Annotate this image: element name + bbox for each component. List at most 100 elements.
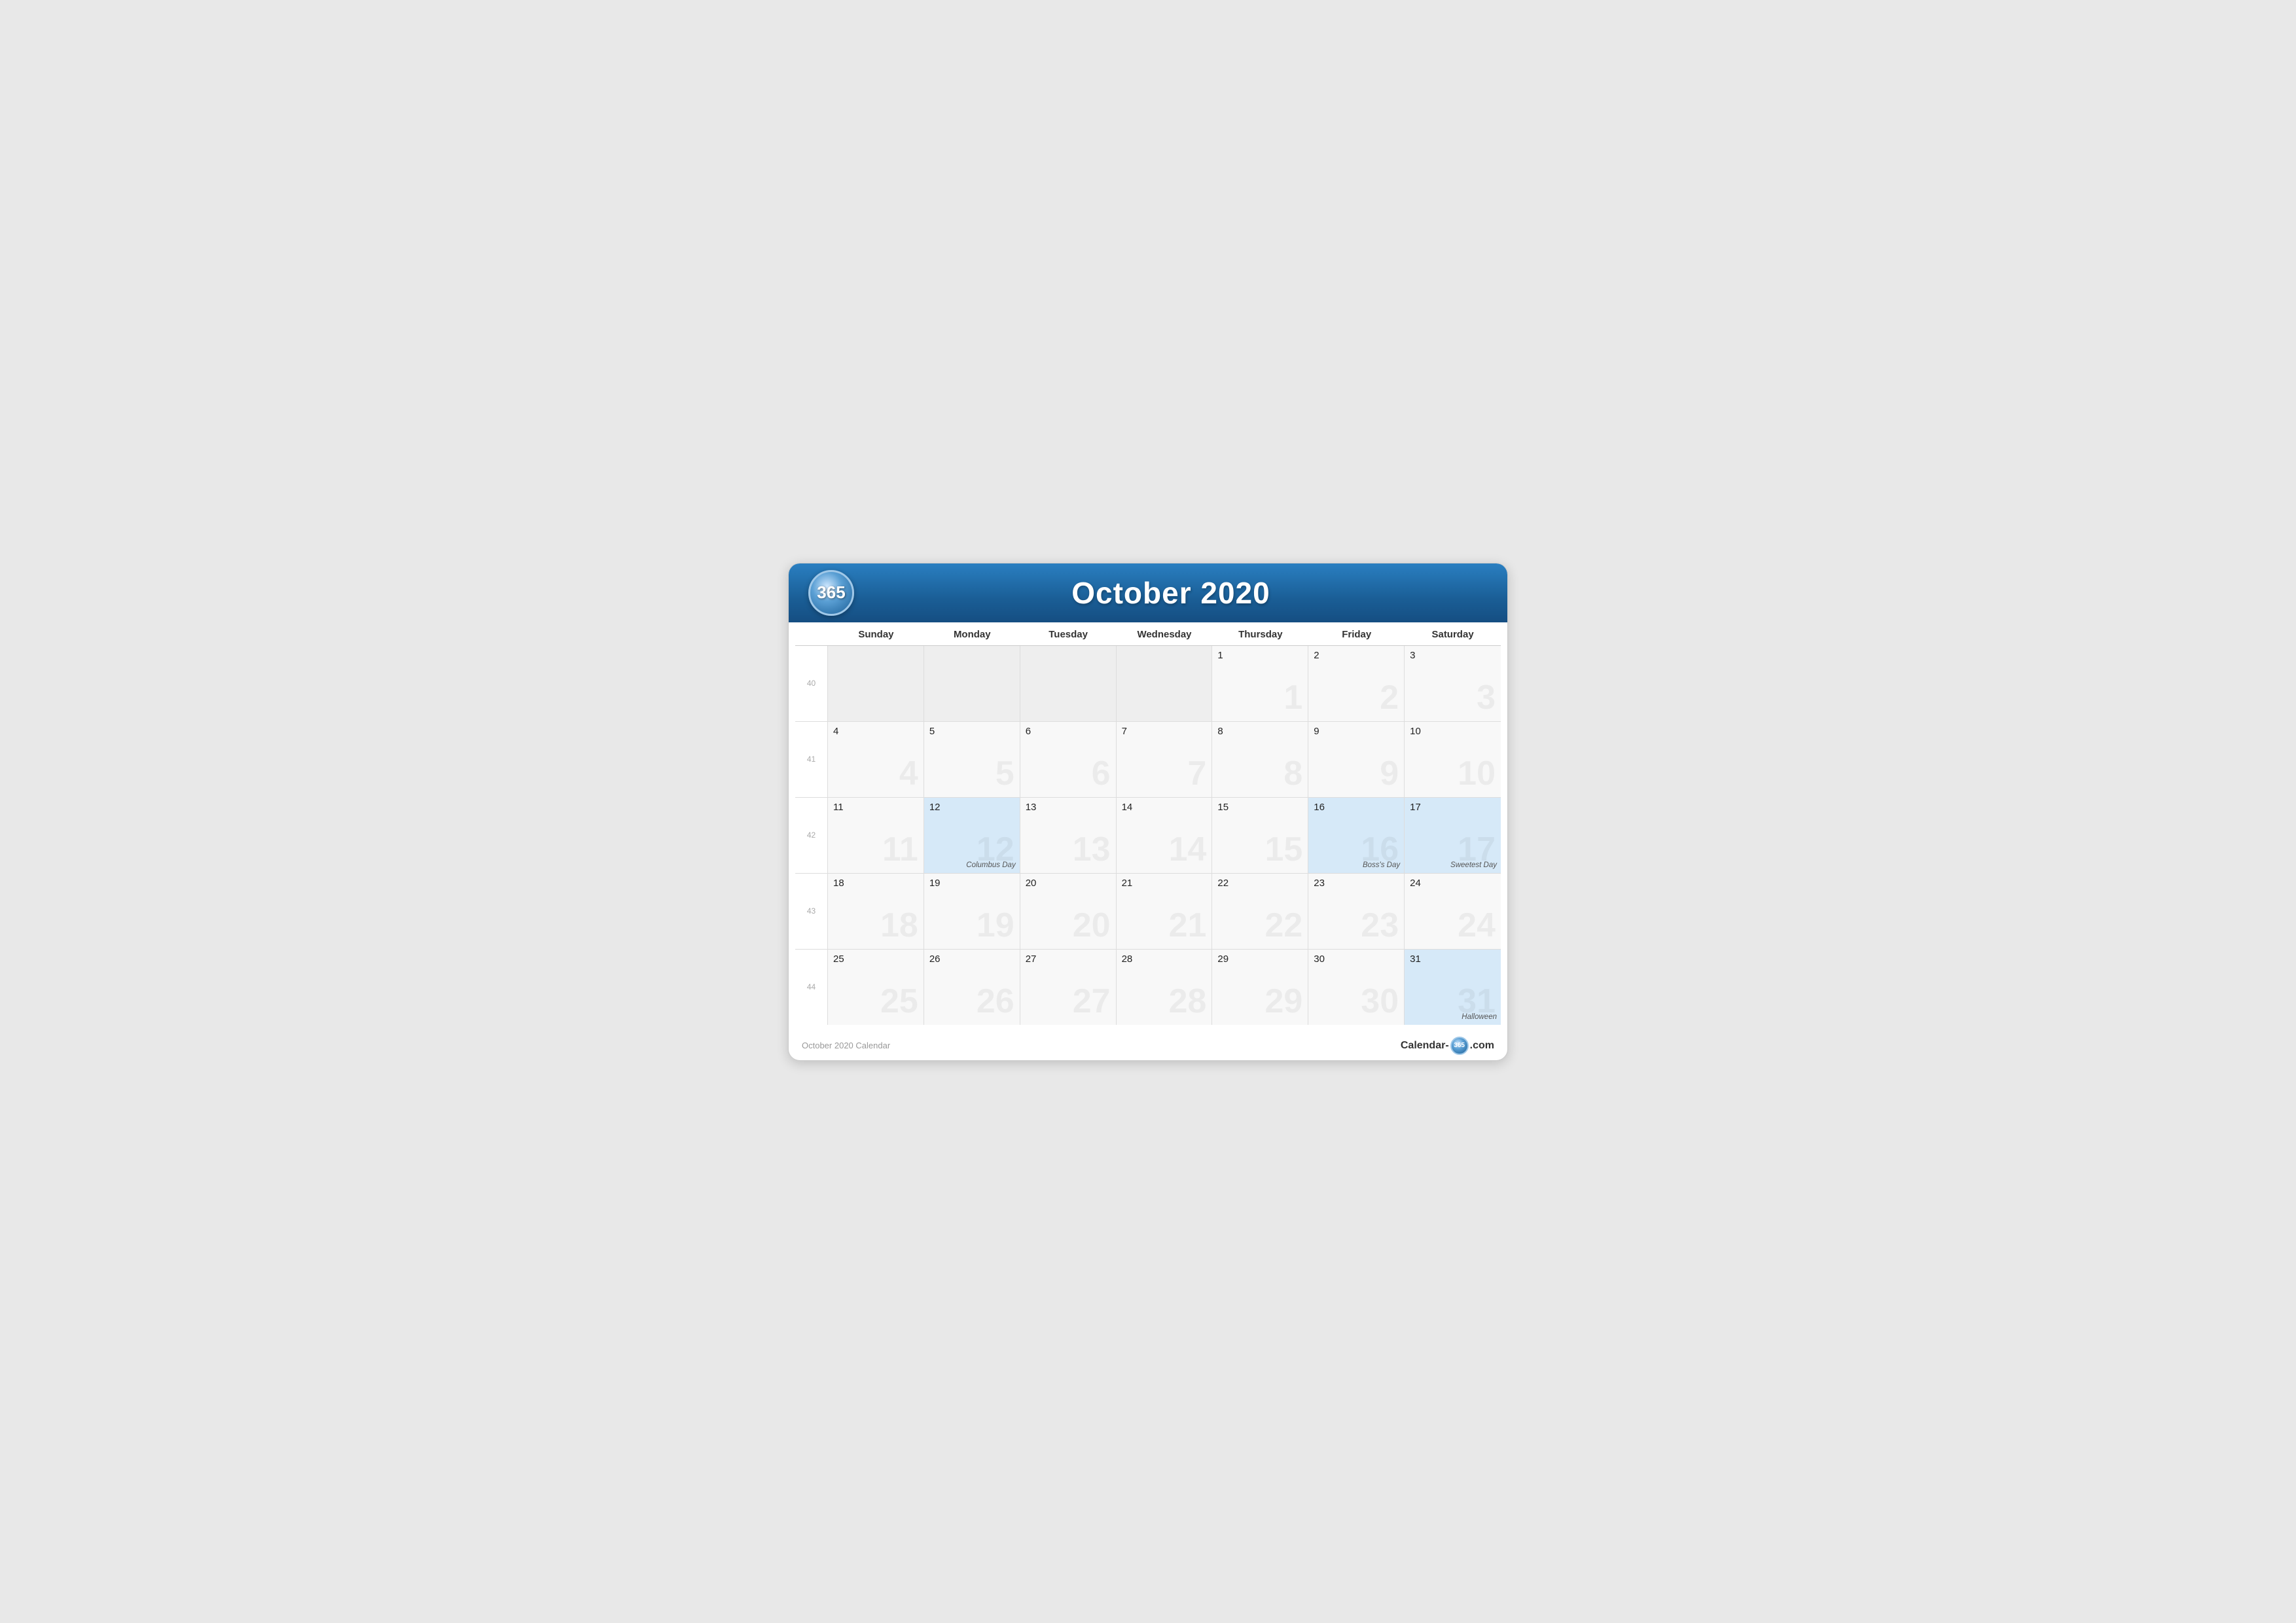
day-cell-29: 2929 [1212, 950, 1308, 1025]
logo-text: 365 [817, 582, 845, 603]
day-number: 22 [1217, 878, 1302, 889]
day-cell-17: 1717Sweetest Day [1405, 798, 1501, 873]
day-watermark: 6 [1092, 757, 1111, 791]
footer-logo-circle: 365 [1450, 1037, 1469, 1055]
day-number: 24 [1410, 878, 1496, 889]
day-number: 6 [1026, 726, 1111, 737]
day-cell-19: 1919 [924, 874, 1020, 949]
day-cell-8: 88 [1212, 722, 1308, 797]
day-watermark: 29 [1265, 984, 1302, 1018]
dow-wednesday: Wednesday [1117, 622, 1213, 645]
day-number: 14 [1122, 802, 1207, 813]
dow-friday: Friday [1308, 622, 1405, 645]
week-number-40: 40 [795, 646, 828, 721]
day-number: 16 [1314, 802, 1399, 813]
day-watermark: 19 [977, 908, 1014, 942]
calendar-header: 365 October 2020 [789, 563, 1507, 622]
day-cell-9: 99 [1308, 722, 1405, 797]
day-number: 7 [1122, 726, 1207, 737]
day-number: 18 [833, 878, 918, 889]
day-watermark: 7 [1188, 757, 1207, 791]
day-number: 31 [1410, 954, 1496, 965]
footer-left-text: October 2020 Calendar [802, 1041, 890, 1050]
day-cell-15: 1515 [1212, 798, 1308, 873]
day-watermark: 10 [1458, 757, 1496, 791]
day-cell-25: 2525 [828, 950, 924, 1025]
calendar-body: Sunday Monday Tuesday Wednesday Thursday… [789, 622, 1507, 1031]
holiday-label: Sweetest Day [1450, 861, 1497, 869]
day-number: 26 [929, 954, 1014, 965]
day-cell-2: 22 [1308, 646, 1405, 721]
day-cell-3: 33 [1405, 646, 1501, 721]
day-watermark: 25 [880, 984, 918, 1018]
day-watermark: 18 [880, 908, 918, 942]
day-cell-empty-0-0 [828, 646, 924, 721]
day-watermark: 28 [1169, 984, 1207, 1018]
day-cell-27: 2727 [1020, 950, 1117, 1025]
week-number-41: 41 [795, 722, 828, 797]
day-cell-11: 1111 [828, 798, 924, 873]
calendar-week-43: 431818191920202121222223232424 [795, 874, 1501, 950]
day-watermark: 5 [996, 757, 1014, 791]
day-cell-empty-0-3 [1117, 646, 1213, 721]
day-watermark: 4 [899, 757, 918, 791]
day-cell-21: 21 21 [1117, 874, 1213, 949]
calendar-week-40: 40112233 [795, 646, 1501, 722]
day-number: 4 [833, 726, 918, 737]
day-cell-24: 24 24 [1405, 874, 1501, 949]
calendar-week-41: 414455667788991010 [795, 722, 1501, 798]
dow-sunday: Sunday [828, 622, 924, 645]
calendar-week-44: 442525262627272828292930303131Halloween [795, 950, 1501, 1025]
day-number: 9 [1314, 726, 1399, 737]
footer-logo-text: 365 [1454, 1042, 1465, 1049]
day-watermark: 23 [1361, 908, 1399, 942]
day-watermark: 22 [1265, 908, 1302, 942]
day-number: 8 [1217, 726, 1302, 737]
day-watermark: 1 [1283, 681, 1302, 715]
week-number-42: 42 [795, 798, 828, 873]
day-watermark: 21 [1169, 908, 1207, 942]
day-number: 30 [1314, 954, 1399, 965]
week-num-header-spacer [795, 622, 828, 645]
calendar-grid: 401122334144556677889910104211111212Colu… [795, 646, 1501, 1025]
day-cell-6: 66 [1020, 722, 1117, 797]
page-wrapper: 365 October 2020 Sunday Monday Tuesday W… [788, 563, 1508, 1061]
day-number: 17 [1410, 802, 1496, 813]
day-number: 20 [1026, 878, 1111, 889]
day-cell-26: 26 26 [924, 950, 1020, 1025]
day-number: 12 [929, 802, 1014, 813]
day-watermark: 3 [1477, 681, 1496, 715]
day-watermark: 9 [1380, 757, 1399, 791]
footer-right: Calendar- 365 .com [1401, 1037, 1494, 1055]
footer-brand-post: .com [1470, 1040, 1494, 1052]
day-cell-5: 55 [924, 722, 1020, 797]
day-number: 21 [1122, 878, 1207, 889]
day-watermark: 14 [1169, 832, 1207, 866]
week-number-44: 44 [795, 950, 828, 1025]
day-cell-12: 1212Columbus Day [924, 798, 1020, 873]
calendar-title: October 2020 [854, 575, 1488, 611]
day-cell-22: 22 22 [1212, 874, 1308, 949]
day-cell-20: 2020 [1020, 874, 1117, 949]
day-cell-18: 1818 [828, 874, 924, 949]
day-cell-30: 3030 [1308, 950, 1405, 1025]
day-number: 2 [1314, 650, 1399, 661]
holiday-label: Columbus Day [966, 861, 1015, 869]
logo-circle: 365 [808, 570, 854, 616]
day-cell-empty-0-1 [924, 646, 1020, 721]
day-number: 3 [1410, 650, 1496, 661]
day-number: 19 [929, 878, 1014, 889]
day-watermark: 15 [1265, 832, 1302, 866]
dow-monday: Monday [924, 622, 1020, 645]
dow-saturday: Saturday [1405, 622, 1501, 645]
day-number: 28 [1122, 954, 1207, 965]
day-watermark: 24 [1458, 908, 1496, 942]
day-watermark: 13 [1073, 832, 1111, 866]
day-cell-7: 77 [1117, 722, 1213, 797]
day-cell-23: 2323 [1308, 874, 1405, 949]
day-watermark: 26 [977, 984, 1014, 1018]
day-number: 10 [1410, 726, 1496, 737]
day-cell-1: 11 [1212, 646, 1308, 721]
holiday-label: Boss's Day [1363, 861, 1400, 869]
day-cell-28: 28 28 [1117, 950, 1213, 1025]
